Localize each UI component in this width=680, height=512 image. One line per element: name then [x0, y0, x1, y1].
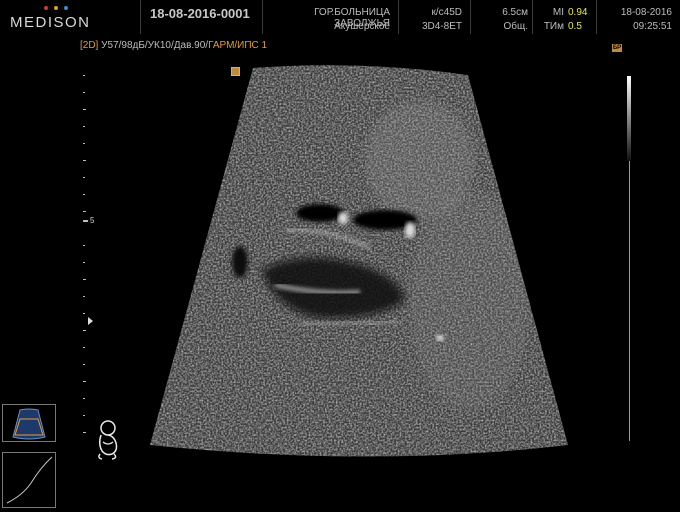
- depth-scale: [83, 75, 88, 433]
- fetus-body-mark-icon[interactable]: [94, 418, 124, 462]
- grayscale-bar: [627, 76, 631, 161]
- focus-position-arrow[interactable]: [88, 317, 93, 325]
- sector-thumbnail-icon: [12, 408, 46, 440]
- sector-orientation-marker: [231, 67, 240, 76]
- scan-sector: [150, 65, 568, 457]
- gamma-curve-icon: [6, 456, 53, 504]
- gamma-curve-thumbnail[interactable]: [2, 452, 56, 508]
- grayscale-scale-line: [629, 161, 630, 441]
- depth-scale-label: 5: [90, 216, 95, 225]
- frame-indicator-icon: БР: [612, 44, 622, 52]
- probe-orientation-thumbnail[interactable]: [2, 404, 56, 442]
